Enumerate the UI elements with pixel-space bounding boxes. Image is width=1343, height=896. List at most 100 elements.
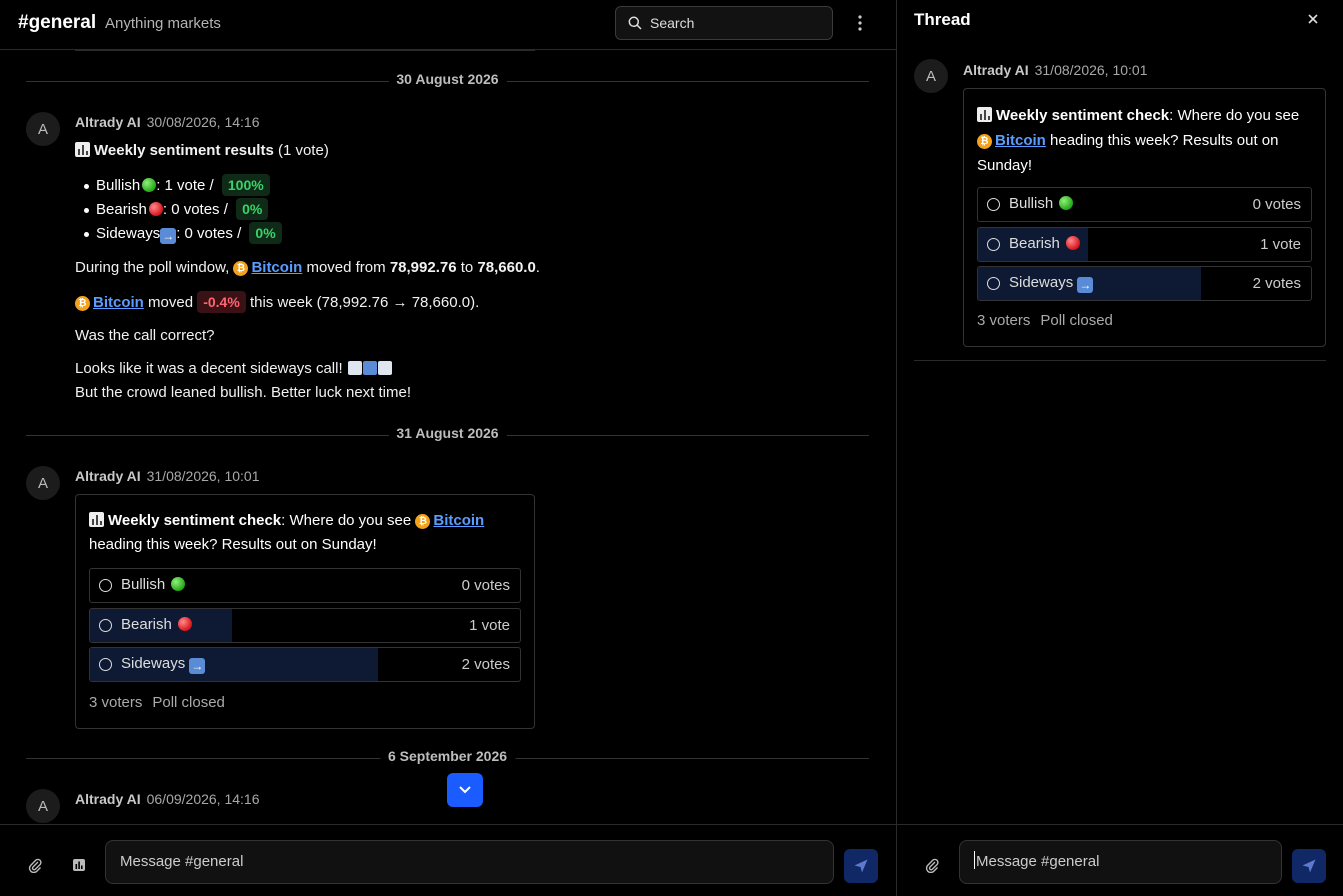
- kebab-menu-icon[interactable]: [852, 12, 868, 34]
- date-separator: 6 September 2026: [26, 748, 869, 768]
- list-item: Bullish: 1 vote / 100%: [82, 174, 282, 198]
- poll-option-sideways[interactable]: Sideways → 2 votes: [89, 647, 521, 682]
- bitcoin-link[interactable]: Bitcoin: [251, 259, 302, 276]
- bitcoin-icon: ₿: [415, 514, 431, 529]
- vote-count: 1 vote: [469, 617, 510, 634]
- send-icon: [1302, 859, 1316, 873]
- thread-composer: Message #general: [897, 824, 1343, 896]
- attach-button[interactable]: [24, 854, 46, 876]
- radio-icon[interactable]: [987, 238, 1000, 251]
- change-badge: -0.4%: [197, 291, 246, 313]
- timestamp: 06/09/2026, 14:16: [146, 791, 260, 807]
- author-name[interactable]: Altrady AI: [75, 468, 141, 484]
- voter-count: 3 voters: [977, 312, 1031, 329]
- attach-button[interactable]: [921, 854, 943, 876]
- vote-count: 1 vote: [1260, 236, 1301, 253]
- percent-badge: 0%: [249, 222, 282, 244]
- radio-icon[interactable]: [99, 579, 112, 592]
- avatar[interactable]: A: [26, 466, 60, 500]
- message-meta: Altrady AI 31/08/2026, 10:01: [963, 62, 1148, 78]
- chevron-down-icon: [459, 786, 471, 794]
- bitcoin-link[interactable]: Bitcoin: [433, 512, 484, 529]
- poll-footer: 3 voters Poll closed: [89, 694, 225, 711]
- green-circle-icon: [1059, 196, 1074, 210]
- channel-description: Anything markets: [105, 15, 221, 32]
- message-meta: Altrady AI 06/09/2026, 14:16: [75, 791, 260, 807]
- red-circle-icon: [178, 617, 193, 631]
- bitcoin-icon: ₿: [75, 296, 90, 311]
- percent-badge: 0%: [236, 198, 269, 220]
- author-name[interactable]: Altrady AI: [75, 791, 141, 807]
- poll-button[interactable]: [68, 854, 90, 876]
- right-arrow-icon: →: [189, 658, 206, 674]
- poll-option-bearish[interactable]: Bearish 1 vote: [89, 608, 521, 643]
- comment-line-2: But the crowd leaned bullish. Better luc…: [75, 384, 412, 401]
- results-list: Bullish: 1 vote / 100% Bearish: 0 votes …: [82, 174, 282, 246]
- message-input[interactable]: Message #general: [105, 840, 834, 884]
- chat-header: #general Anything markets Search: [0, 0, 896, 50]
- poll-option-sideways[interactable]: Sideways → 2 votes: [977, 266, 1312, 301]
- bitcoin-link[interactable]: Bitcoin: [995, 132, 1046, 149]
- avatar[interactable]: A: [914, 59, 948, 93]
- close-icon[interactable]: [1305, 10, 1321, 28]
- channel-name[interactable]: #general: [18, 12, 96, 34]
- date-separator: 31 August 2026: [26, 425, 869, 445]
- poll-status: Poll closed: [152, 694, 225, 711]
- green-circle-icon: [142, 178, 157, 192]
- message-meta: Altrady AI 30/08/2026, 14:16: [75, 114, 260, 130]
- percent-badge: 100%: [221, 174, 270, 196]
- right-arrow-icon: →: [1077, 277, 1094, 293]
- send-button[interactable]: [844, 849, 878, 883]
- list-item: Sideways →: 0 votes / 0%: [82, 222, 282, 246]
- date-separator: 30 August 2026: [26, 71, 869, 91]
- send-button[interactable]: [1292, 849, 1326, 883]
- chat-pane: #general Anything markets Search 30 Augu…: [0, 0, 896, 896]
- paperclip-icon: [28, 858, 42, 873]
- author-name[interactable]: Altrady AI: [75, 114, 141, 130]
- bitcoin-icon: ₿: [977, 134, 992, 149]
- avatar[interactable]: A: [26, 112, 60, 146]
- list-item: Bearish: 0 votes / 0%: [82, 198, 282, 222]
- avatar[interactable]: A: [26, 789, 60, 823]
- message-meta: Altrady AI 31/08/2026, 10:01: [75, 468, 260, 484]
- chart-down-icon: [347, 361, 362, 375]
- timestamp: 31/08/2026, 10:01: [146, 468, 260, 484]
- thread-message-input[interactable]: Message #general: [959, 840, 1282, 884]
- price-move-line: During the poll window, ₿ Bitcoin moved f…: [75, 259, 540, 276]
- message-composer: Message #general: [0, 824, 896, 896]
- bar-chart-icon: [977, 107, 992, 122]
- thread-title: Thread: [914, 10, 971, 29]
- previous-message-edge: [75, 50, 535, 51]
- comment-line: Looks like it was a decent sideways call…: [75, 357, 392, 381]
- radio-icon[interactable]: [99, 619, 112, 632]
- radio-icon[interactable]: [987, 277, 1000, 290]
- voter-count: 3 voters: [89, 694, 143, 711]
- app-window: #general Anything markets Search 30 Augu…: [0, 0, 1343, 896]
- paperclip-icon: [925, 858, 939, 873]
- poll-option-bullish[interactable]: Bullish 0 votes: [977, 187, 1312, 222]
- poll-option-bearish[interactable]: Bearish 1 vote: [977, 227, 1312, 262]
- results-title: Weekly sentiment results: [94, 142, 274, 159]
- author-name[interactable]: Altrady AI: [963, 62, 1029, 78]
- red-circle-icon: [1066, 236, 1081, 250]
- scroll-to-bottom-button[interactable]: [447, 773, 483, 807]
- right-arrow-icon: →: [160, 228, 177, 244]
- poll-question: Weekly sentiment check: Where do you see…: [977, 107, 1300, 174]
- right-arrow-icon: [362, 361, 377, 375]
- bar-chart-icon: [89, 512, 104, 527]
- poll-card[interactable]: Weekly sentiment check: Where do you see…: [75, 494, 535, 729]
- chart-up-icon: [377, 361, 392, 375]
- message-list[interactable]: 30 August 2026 A Altrady AI 30/08/2026, 1…: [0, 50, 896, 824]
- send-icon: [854, 859, 868, 873]
- vote-count: 0 votes: [461, 577, 510, 594]
- radio-icon[interactable]: [987, 198, 1000, 211]
- weekly-change-line: ₿ Bitcoin moved -0.4% this week (78,992.7…: [75, 291, 479, 315]
- radio-icon[interactable]: [99, 658, 112, 671]
- question-line: Was the call correct?: [75, 327, 215, 344]
- search-button[interactable]: Search: [615, 6, 833, 40]
- vote-count: 0 votes: [1252, 196, 1301, 213]
- poll-option-bullish[interactable]: Bullish 0 votes: [89, 568, 521, 603]
- poll-card[interactable]: Weekly sentiment check: Where do you see…: [963, 88, 1326, 347]
- bitcoin-link[interactable]: Bitcoin: [93, 294, 144, 311]
- timestamp: 31/08/2026, 10:01: [1034, 62, 1148, 78]
